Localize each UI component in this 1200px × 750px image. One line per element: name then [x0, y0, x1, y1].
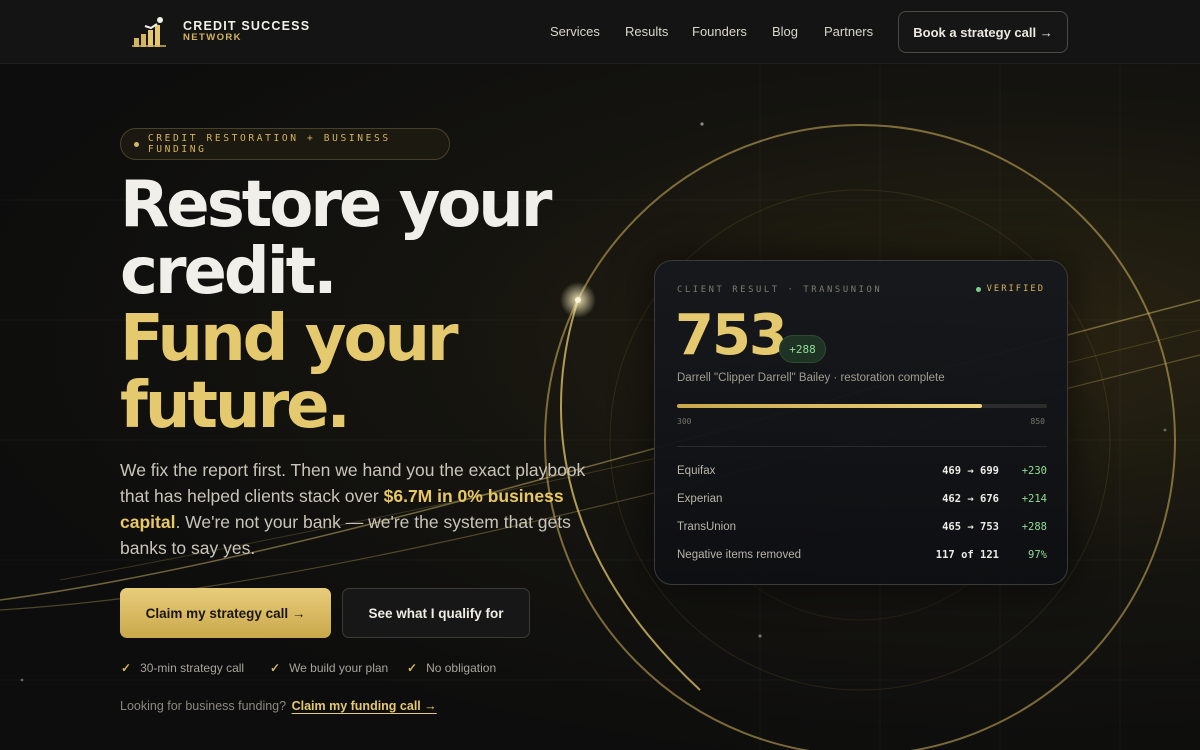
row-delta: +288 [1021, 521, 1047, 533]
row-range: 469 → 699 [942, 465, 999, 477]
score-delta-badge: +288 [779, 335, 826, 363]
rising-bars-runner-icon[interactable] [130, 16, 168, 50]
check-item-label: No obligation [426, 661, 497, 675]
eyebrow-badge: CREDIT RESTORATION + BUSINESS FUNDING [120, 128, 450, 160]
nav-blog[interactable]: Blog [772, 24, 798, 39]
claim-strategy-call-button[interactable]: Claim my strategy call → [120, 588, 331, 638]
brand-subtitle[interactable]: NETWORK [183, 32, 242, 43]
see-qualify-button[interactable]: See what I qualify for [342, 588, 530, 638]
check-item-strategy-call: ✓ 30-min strategy call [121, 661, 244, 675]
row-range: 462 → 676 [942, 493, 999, 505]
row-range: 465 → 753 [942, 521, 999, 533]
eyebrow-text: CREDIT RESTORATION + BUSINESS FUNDING [147, 133, 391, 155]
bureau-row-equifax: Equifax 469 → 699 +230 [677, 463, 1047, 483]
check-item-build-plan: ✓ We build your plan [270, 661, 388, 675]
row-range: 117 of 121 [935, 549, 999, 561]
card-label: CLIENT RESULT · TRANSUNION [677, 285, 883, 295]
nav-services[interactable]: Services [550, 24, 600, 39]
card-divider [677, 446, 1047, 447]
subcopy-text-end: . We're not your bank — we're the system… [120, 512, 571, 558]
hero-subcopy: We fix the report first. Then we hand yo… [120, 457, 615, 561]
credit-score: 753 [675, 303, 788, 368]
row-label: Experian [677, 493, 723, 505]
funding-prompt-line: Looking for business funding? Claim my f… [120, 699, 437, 713]
book-strategy-call-button[interactable]: Book a strategy call → [898, 11, 1068, 53]
verified-badge: VERIFIED [975, 284, 1045, 294]
hero-headline: Restore your credit. Fund your future. [120, 168, 552, 443]
check-item-label: 30-min strategy call [140, 661, 245, 675]
score-progress-fill [677, 404, 982, 408]
negative-items-row: Negative items removed 117 of 121 97% [677, 547, 1047, 567]
nav-founders[interactable]: Founders [692, 24, 747, 39]
check-item-label: We build your plan [289, 661, 389, 675]
checkmark-icon: ✓ [407, 661, 418, 675]
site-header: CREDIT SUCCESS NETWORK Services Results … [0, 0, 1200, 64]
checkmark-icon: ✓ [121, 661, 132, 675]
headline-line-2: credit. [120, 235, 338, 309]
verified-dot-icon [975, 286, 981, 292]
client-result-card: CLIENT RESULT · TRANSUNION VERIFIED 753 … [654, 260, 1068, 585]
eyebrow-dot-icon [134, 141, 139, 147]
bureau-row-transunion: TransUnion 465 → 753 +288 [677, 519, 1047, 539]
check-item-no-obligation: ✓ No obligation [407, 661, 496, 675]
row-label: Negative items removed [677, 549, 801, 561]
scale-min-label: 300 [677, 417, 692, 426]
headline-line-4: future. [120, 369, 351, 443]
headline-line-3: Fund your [120, 302, 459, 376]
row-delta: 97% [1028, 549, 1047, 561]
row-label: TransUnion [677, 521, 737, 533]
verified-text: VERIFIED [986, 284, 1045, 294]
brand-name[interactable]: CREDIT SUCCESS [183, 19, 310, 33]
headline-line-1: Restore your [120, 168, 552, 242]
nav-results[interactable]: Results [625, 24, 668, 39]
bureau-row-experian: Experian 462 → 676 +214 [677, 491, 1047, 511]
row-delta: +230 [1021, 465, 1047, 477]
checkmark-icon: ✓ [270, 661, 281, 675]
nav-partners[interactable]: Partners [824, 24, 873, 39]
scale-max-label: 850 [1030, 417, 1045, 426]
claim-funding-call-link[interactable]: Claim my funding call → [292, 699, 437, 713]
row-label: Equifax [677, 465, 716, 477]
client-note: Darrell "Clipper Darrell" Bailey · resto… [677, 372, 945, 384]
score-progress-bar [677, 404, 1047, 408]
row-delta: +214 [1021, 493, 1047, 505]
funding-prompt-text: Looking for business funding? [120, 699, 287, 713]
